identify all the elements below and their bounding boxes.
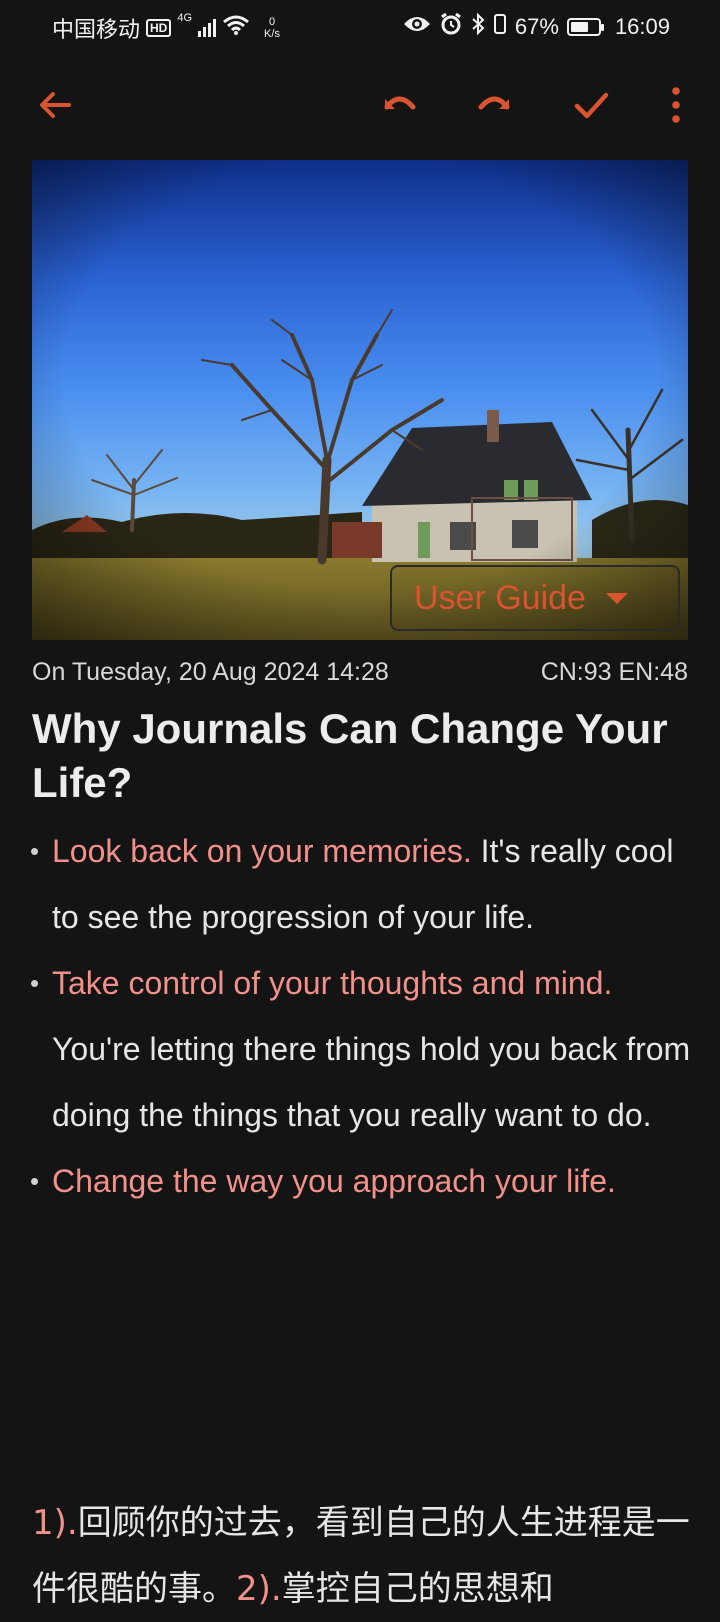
editor-toolbar bbox=[0, 70, 720, 140]
caret-down-icon bbox=[605, 592, 628, 604]
user-guide-dropdown[interactable]: User Guide bbox=[390, 565, 680, 631]
back-button[interactable] bbox=[30, 80, 80, 130]
entry-title[interactable]: Why Journals Can Change Your Life? bbox=[32, 702, 688, 810]
bluetooth-icon bbox=[471, 12, 485, 41]
undo-icon bbox=[384, 96, 416, 110]
hd-badge: HD bbox=[146, 19, 172, 37]
list-item: • Change the way you approach your life. bbox=[30, 1148, 692, 1214]
arrow-left-icon bbox=[40, 92, 71, 118]
redo-button[interactable] bbox=[470, 80, 520, 130]
bullet-dot: • bbox=[30, 836, 40, 866]
list-item: • Look back on your memories. It's really… bbox=[30, 818, 692, 950]
entry-body-cn[interactable]: 1).回顾你的过去，看到自己的人生进程是一件很酷的事。2).掌控自己的思想和 bbox=[32, 1490, 692, 1622]
net-speed-value: 0 bbox=[268, 16, 276, 28]
clock: 16:09 bbox=[614, 14, 670, 39]
more-options-button[interactable] bbox=[651, 80, 701, 130]
battery-fill bbox=[570, 22, 588, 32]
undo-button[interactable] bbox=[374, 80, 424, 130]
cn-text: 掌控自己的思想和 bbox=[281, 1569, 554, 1609]
battery-icon bbox=[566, 18, 604, 36]
more-vert-icon bbox=[672, 87, 680, 123]
alarm-icon bbox=[439, 12, 463, 42]
word-counts: CN:93 EN:48 bbox=[540, 658, 688, 686]
entry-meta: On Tuesday, 20 Aug 2024 14:28 CN:93 EN:4… bbox=[32, 658, 688, 687]
battery-percent: 67% bbox=[514, 14, 559, 39]
redo-icon bbox=[478, 96, 510, 110]
user-guide-label: User Guide bbox=[414, 578, 586, 617]
carrier-label: 中国移动 bbox=[52, 17, 141, 42]
status-bar: 中国移动 HD 4G 0 K/s 67% 16:09 bbox=[0, 0, 720, 50]
bullet-highlight: Take control of your thoughts and mind. bbox=[52, 965, 613, 1001]
cn-number: 2). bbox=[236, 1569, 282, 1609]
list-item: • Take control of your thoughts and mind.… bbox=[30, 950, 692, 1148]
bullet-dot: • bbox=[30, 1166, 40, 1196]
cn-number: 1). bbox=[32, 1503, 78, 1543]
signal-icon bbox=[198, 19, 217, 37]
bullet-dot: • bbox=[30, 968, 40, 998]
bullet-highlight: Look back on your memories. bbox=[52, 833, 472, 869]
entry-date: On Tuesday, 20 Aug 2024 14:28 bbox=[32, 658, 389, 686]
network-type: 4G bbox=[177, 12, 193, 24]
wifi-icon bbox=[222, 14, 250, 42]
check-icon bbox=[574, 92, 609, 119]
bullet-highlight: Change the way you approach your life. bbox=[52, 1163, 616, 1199]
vibrate-icon bbox=[493, 13, 507, 41]
eye-icon bbox=[403, 14, 431, 40]
bullet-text: You're letting there things hold you bac… bbox=[52, 1031, 691, 1133]
net-speed: 0 K/s bbox=[264, 16, 280, 40]
entry-bullet-list[interactable]: • Look back on your memories. It's really… bbox=[30, 818, 692, 1214]
save-button[interactable] bbox=[566, 80, 616, 130]
net-speed-unit: K/s bbox=[264, 28, 280, 40]
